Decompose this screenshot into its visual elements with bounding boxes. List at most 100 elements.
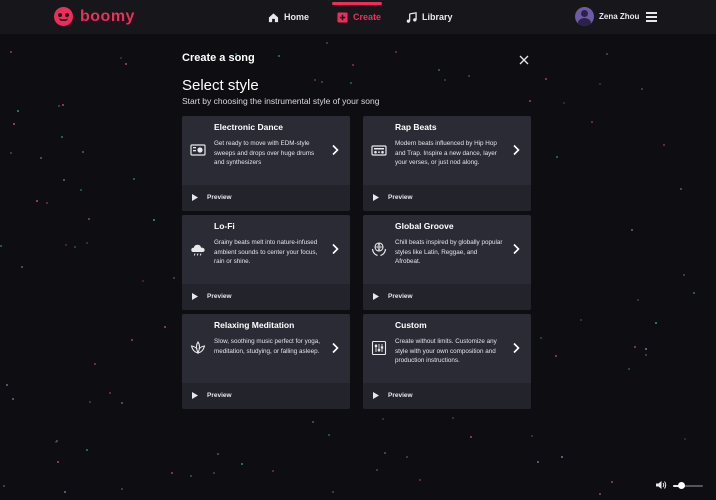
nav-create-label: Create — [353, 12, 382, 22]
star-dot — [89, 400, 92, 403]
star-dot — [9, 151, 12, 154]
style-card-select[interactable]: Electronic Dance Get ready to move with … — [182, 116, 350, 185]
star-dot — [132, 178, 135, 181]
star-dot — [10, 50, 13, 53]
star-dot — [326, 41, 329, 44]
star-dot — [109, 391, 112, 394]
star-dot — [562, 102, 565, 105]
star-dot — [680, 187, 683, 190]
star-dot — [189, 475, 192, 478]
style-card-select[interactable]: Rap Beats Modern beats influenced by Hip… — [363, 116, 531, 185]
style-card-rap-beats: Rap Beats Modern beats influenced by Hip… — [363, 116, 531, 211]
home-icon — [268, 12, 279, 22]
star-dot — [684, 437, 687, 440]
style-card-select[interactable]: Lo-Fi Grainy beats melt into nature-infu… — [182, 215, 350, 284]
style-card-select[interactable]: Custom Create without limits. Customize … — [363, 314, 531, 383]
star-dot — [212, 471, 215, 474]
style-description: Chill beats inspired by globally popular… — [395, 239, 503, 266]
star-dot — [125, 62, 128, 65]
play-icon — [373, 293, 379, 300]
preview-label: Preview — [207, 194, 232, 201]
star-dot — [320, 81, 323, 84]
style-card-relaxing-meditation: Relaxing Meditation Slow, soothing music… — [182, 314, 350, 409]
star-dot — [351, 63, 354, 66]
star-dot — [452, 417, 455, 420]
style-title: Electronic Dance — [214, 122, 283, 132]
preview-label: Preview — [388, 392, 413, 399]
star-dot — [662, 144, 665, 147]
style-description: Modern beats influenced by Hip Hop and T… — [395, 140, 497, 167]
play-icon — [192, 194, 198, 201]
star-dot — [121, 488, 124, 491]
chevron-right-icon — [332, 243, 339, 255]
star-dot — [36, 200, 39, 203]
style-title: Global Groove — [395, 221, 454, 231]
boomy-logo[interactable]: boomy — [54, 7, 135, 26]
nav-library-label: Library — [422, 12, 453, 22]
style-card-electronic-dance: Electronic Dance Get ready to move with … — [182, 116, 350, 211]
preview-button[interactable]: Preview — [363, 284, 531, 310]
star-dot — [349, 82, 352, 85]
hamburger-menu-icon[interactable] — [646, 12, 657, 22]
preview-button[interactable]: Preview — [182, 185, 350, 211]
star-dot — [82, 151, 85, 153]
style-card-select[interactable]: Relaxing Meditation Slow, soothing music… — [182, 314, 350, 383]
star-dot — [0, 244, 3, 247]
star-dot — [634, 345, 637, 348]
sliders-icon — [371, 340, 387, 356]
nav-create[interactable]: Create — [337, 0, 381, 34]
preview-label: Preview — [388, 293, 413, 300]
star-dot — [2, 485, 5, 488]
user-name: Zena Zhou — [599, 12, 640, 21]
chevron-right-icon — [513, 144, 520, 156]
preview-button[interactable]: Preview — [182, 284, 350, 310]
star-dot — [630, 229, 633, 232]
chevron-right-icon — [513, 342, 520, 354]
preview-label: Preview — [207, 392, 232, 399]
star-dot — [645, 348, 648, 351]
star-dot — [163, 325, 166, 328]
star-dot — [531, 435, 534, 438]
style-description: Slow, soothing music perfect for yoga, m… — [214, 338, 321, 355]
star-dot — [121, 402, 124, 405]
star-dot — [628, 368, 631, 371]
style-title: Relaxing Meditation — [214, 320, 295, 330]
logo-text: boomy — [80, 7, 135, 25]
volume-icon[interactable] — [655, 479, 667, 491]
preview-button[interactable]: Preview — [363, 383, 531, 409]
star-dot — [240, 463, 243, 466]
star-dot — [73, 246, 76, 249]
star-dot — [611, 480, 614, 483]
nav-home[interactable]: Home — [268, 0, 309, 34]
style-description: Grainy beats melt into nature-infused am… — [214, 239, 318, 266]
style-card-custom: Custom Create without limits. Customize … — [363, 314, 531, 409]
star-dot — [470, 435, 473, 438]
chevron-right-icon — [332, 144, 339, 156]
style-title: Rap Beats — [395, 122, 437, 132]
star-dot — [45, 201, 48, 204]
nav-library[interactable]: Library — [406, 0, 453, 34]
star-dot — [54, 440, 57, 443]
star-dot — [58, 105, 61, 108]
top-navigation-bar: boomy Home Create Library Zena Zhou — [0, 0, 716, 34]
style-card-select[interactable]: Global Groove Chill beats inspired by gl… — [363, 215, 531, 284]
star-dot — [555, 355, 558, 358]
boombox-icon — [371, 145, 387, 156]
star-dot — [62, 104, 64, 107]
boomy-logo-icon — [54, 7, 73, 26]
volume-slider-thumb[interactable] — [678, 482, 685, 489]
star-dot — [605, 53, 608, 56]
star-dot — [17, 110, 20, 113]
preview-label: Preview — [207, 293, 232, 300]
star-dot — [540, 337, 543, 340]
star-dot — [384, 452, 387, 455]
star-dot — [61, 135, 64, 138]
user-profile[interactable]: Zena Zhou — [575, 7, 639, 26]
star-dot — [560, 456, 563, 459]
star-dot — [683, 274, 686, 277]
preview-button[interactable]: Preview — [363, 185, 531, 211]
preview-button[interactable]: Preview — [182, 383, 350, 409]
close-icon[interactable] — [518, 54, 530, 66]
star-dot — [598, 82, 601, 85]
star-dot — [172, 277, 175, 280]
